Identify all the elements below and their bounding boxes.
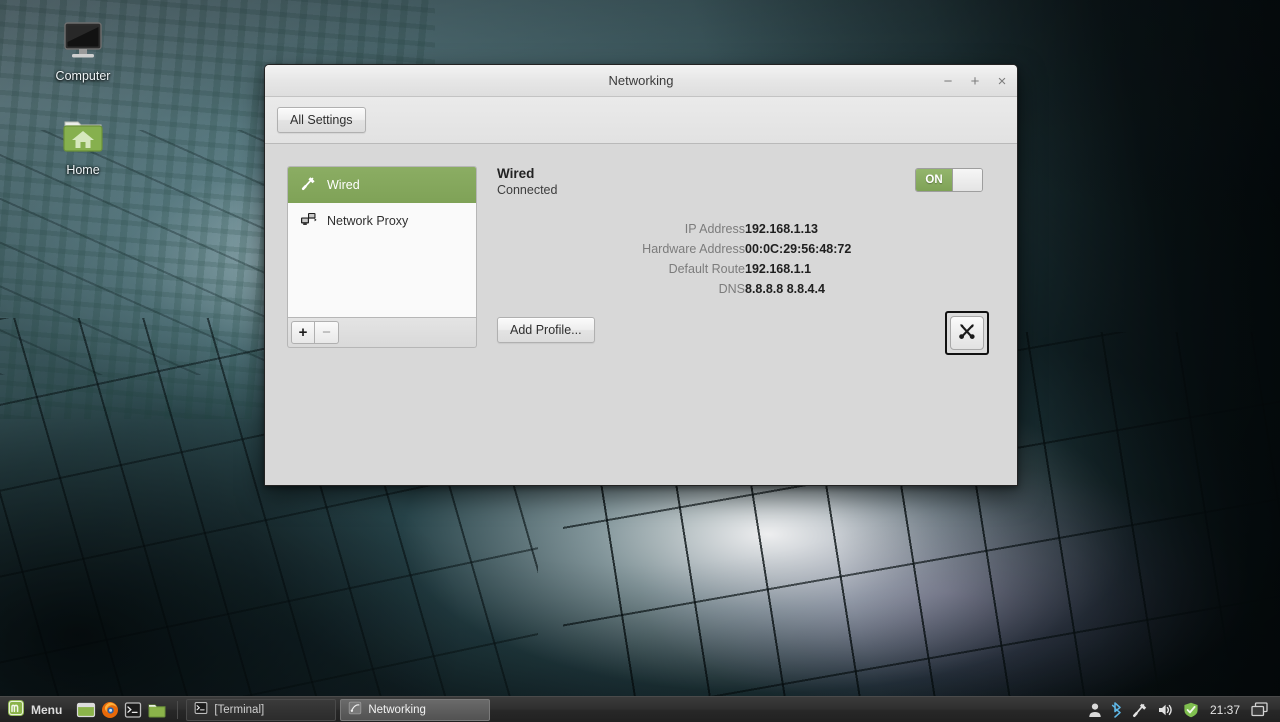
firefox-icon[interactable]	[101, 701, 119, 719]
user-icon[interactable]	[1088, 702, 1102, 718]
volume-icon[interactable]	[1157, 702, 1174, 718]
all-settings-button[interactable]: All Settings	[277, 107, 366, 133]
close-button[interactable]: ×	[995, 74, 1009, 89]
window-titlebar[interactable]: Networking − + ×	[265, 65, 1017, 97]
folder-icon[interactable]	[147, 701, 167, 719]
proxy-monitors-icon	[300, 211, 317, 231]
device-info-rows: IP Address 192.168.1.13 Hardware Address…	[497, 219, 997, 299]
terminal-icon[interactable]	[124, 701, 142, 719]
desktop-icon-label: Computer	[55, 69, 111, 83]
field-value: 00:0C:29:56:48:72	[745, 242, 852, 256]
field-value: 8.8.8.8 8.8.4.4	[745, 282, 825, 296]
desktop[interactable]: Computer Home Networking − + × All Setti…	[0, 0, 1280, 722]
sidebar-item-wired[interactable]: Wired	[288, 167, 476, 203]
options-button[interactable]	[950, 316, 984, 350]
network-icon[interactable]	[1132, 702, 1148, 718]
taskbar-window-label: [Terminal]	[214, 703, 265, 716]
remove-device-button: −	[315, 321, 339, 344]
terminal-icon	[194, 701, 208, 718]
home-folder-icon	[35, 110, 131, 160]
table-row: Hardware Address 00:0C:29:56:48:72	[497, 239, 997, 259]
add-profile-button[interactable]: Add Profile...	[497, 317, 595, 343]
device-list-toolbar: + −	[287, 318, 477, 348]
window-toolbar: All Settings	[265, 97, 1017, 144]
field-label: DNS	[718, 282, 745, 296]
show-desktop-icon[interactable]	[76, 701, 96, 719]
networking-window[interactable]: Networking − + × All Settings Wired Netw…	[264, 64, 1018, 486]
desktop-icon-home[interactable]: Home	[35, 110, 131, 177]
workspace-switcher-icon[interactable]	[1251, 702, 1268, 717]
taskbar-window-terminal[interactable]: [Terminal]	[186, 698, 337, 721]
add-device-button[interactable]: +	[291, 321, 315, 344]
monitor-icon	[35, 16, 131, 66]
minimize-button[interactable]: −	[941, 74, 955, 89]
device-detail-panel: Wired Connected ON IP Address 192.168.1.…	[477, 166, 997, 485]
table-row: Default Route 192.168.1.1	[497, 259, 997, 279]
start-menu-button[interactable]: Menu	[4, 699, 70, 720]
system-tray: 21:37	[1080, 701, 1276, 718]
taskbar: Menu [Terminal] Networking 21:37	[0, 696, 1280, 722]
bluetooth-icon[interactable]	[1111, 701, 1123, 718]
toggle-knob	[952, 169, 982, 191]
sidebar-item-label: Network Proxy	[327, 214, 409, 228]
window-list: [Terminal] Networking	[182, 698, 1080, 721]
networking-icon	[348, 701, 362, 718]
device-sidebar: Wired Network Proxy + −	[287, 166, 477, 485]
taskbar-window-label: Networking	[368, 703, 426, 716]
field-label: Default Route	[668, 262, 745, 276]
maximize-button[interactable]: +	[968, 74, 982, 89]
sidebar-item-network-proxy[interactable]: Network Proxy	[288, 203, 476, 239]
toggle-state-label: ON	[916, 169, 952, 191]
taskbar-window-networking[interactable]: Networking	[340, 698, 491, 721]
field-label: Hardware Address	[642, 242, 745, 256]
device-info-table: IP Address 192.168.1.13 Hardware Address…	[497, 219, 997, 299]
table-row: DNS 8.8.8.8 8.8.4.4	[497, 279, 997, 299]
field-value: 192.168.1.1	[745, 262, 812, 276]
device-list[interactable]: Wired Network Proxy	[287, 166, 477, 318]
shield-check-icon[interactable]	[1183, 702, 1199, 718]
tools-icon	[957, 321, 977, 346]
taskbar-separator	[177, 700, 179, 719]
start-menu-label: Menu	[31, 702, 63, 717]
wired-network-icon	[300, 175, 317, 195]
table-row: IP Address 192.168.1.13	[497, 219, 997, 239]
detail-footer: Add Profile...	[497, 311, 997, 361]
field-label: IP Address	[684, 222, 745, 236]
window-title: Networking	[608, 73, 674, 88]
clock[interactable]: 21:37	[1208, 703, 1242, 717]
device-power-toggle[interactable]: ON	[915, 168, 983, 192]
linux-mint-logo-icon	[7, 699, 25, 720]
field-value: 192.168.1.13	[745, 222, 818, 236]
sidebar-item-label: Wired	[327, 178, 360, 192]
options-button-focus-ring	[945, 311, 989, 355]
desktop-icon-computer[interactable]: Computer	[35, 16, 131, 83]
quick-launchers	[70, 701, 173, 719]
desktop-icon-label: Home	[66, 163, 100, 177]
window-controls: − + ×	[941, 65, 1009, 97]
window-content: Wired Network Proxy + − Wired Connected …	[265, 144, 1017, 485]
